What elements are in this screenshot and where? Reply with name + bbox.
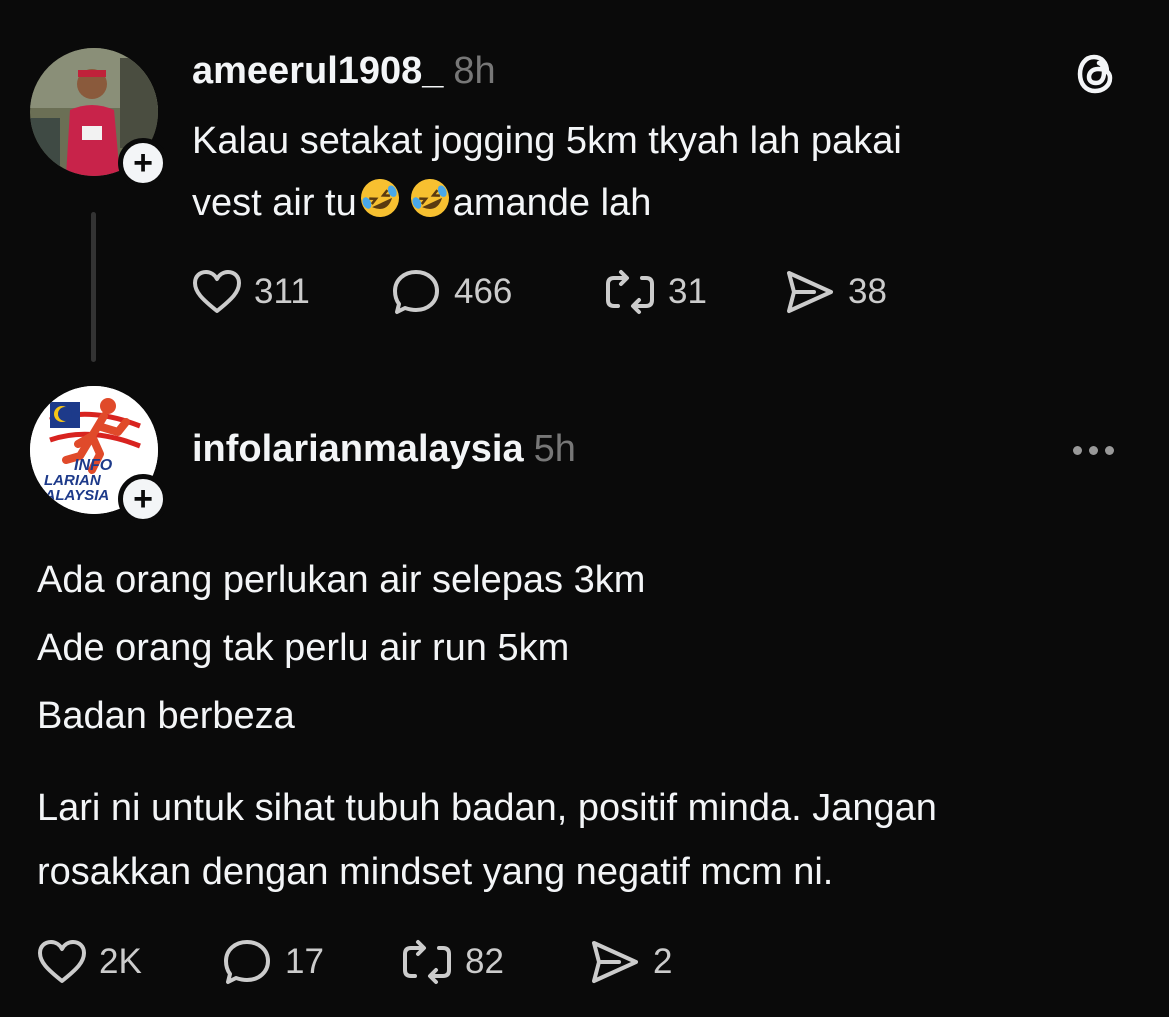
repost-icon bbox=[606, 270, 654, 314]
share-count: 38 bbox=[848, 272, 887, 311]
threads-logo-icon[interactable] bbox=[1074, 50, 1118, 103]
thread-connector bbox=[91, 212, 96, 362]
repost-count: 31 bbox=[668, 272, 707, 311]
post-text-line: Badan berbeza bbox=[37, 695, 295, 737]
post-time: 5h bbox=[533, 428, 576, 470]
reply-button[interactable]: 17 bbox=[223, 938, 401, 986]
send-icon bbox=[787, 271, 833, 313]
username-text[interactable]: infolarianmalaysia bbox=[192, 428, 524, 470]
post-text: Kalau setakat jogging 5km tkyah lah paka… bbox=[192, 110, 902, 240]
post-time: 8h bbox=[453, 50, 496, 92]
like-button[interactable]: 2K bbox=[37, 939, 223, 985]
post-paragraph: Lari ni untuk sihat tubuh badan, positif… bbox=[37, 776, 937, 904]
follow-button[interactable]: + bbox=[118, 474, 168, 524]
laughing-emoji-icon bbox=[407, 175, 453, 240]
post-text-line1: Kalau setakat jogging 5km tkyah lah paka… bbox=[192, 120, 902, 162]
like-button[interactable]: 311 bbox=[192, 269, 392, 315]
post-text-line: Ada orang perlukan air selepas 3km bbox=[37, 559, 646, 601]
comment-icon bbox=[393, 270, 439, 314]
send-icon bbox=[592, 941, 638, 983]
like-count: 311 bbox=[254, 272, 310, 311]
more-options-icon[interactable] bbox=[1073, 446, 1114, 455]
post-text-line2-start: vest air tu bbox=[192, 182, 357, 224]
post-actions: 2K 17 82 2 bbox=[37, 938, 672, 986]
heart-icon bbox=[193, 270, 241, 313]
follow-button[interactable]: + bbox=[118, 138, 168, 188]
reply-count: 17 bbox=[285, 942, 324, 981]
share-button[interactable]: 2 bbox=[589, 939, 672, 985]
reply-count: 466 bbox=[454, 272, 513, 311]
repost-icon bbox=[403, 940, 451, 984]
post-text-line2: vest air tu amande lah bbox=[192, 172, 902, 240]
like-count: 2K bbox=[99, 942, 142, 981]
laughing-emoji-icon bbox=[357, 175, 403, 240]
avatar-text-malaysia: MALAYSIA bbox=[32, 487, 109, 504]
reply-button[interactable]: 466 bbox=[392, 268, 604, 316]
post-text-line: Ade orang tak perlu air run 5km bbox=[37, 627, 570, 669]
repost-button[interactable]: 82 bbox=[401, 938, 589, 986]
share-button[interactable]: 38 bbox=[784, 269, 887, 315]
username[interactable]: ameerul1908_ 8h bbox=[192, 50, 496, 93]
post-paragraph-line1: Lari ni untuk sihat tubuh badan, positif… bbox=[37, 787, 937, 829]
repost-button[interactable]: 31 bbox=[604, 268, 784, 316]
share-count: 2 bbox=[653, 942, 673, 981]
comment-icon bbox=[224, 940, 270, 984]
post-paragraph-line2: rosakkan dengan mindset yang negatif mcm… bbox=[37, 851, 834, 893]
username-text[interactable]: ameerul1908_ bbox=[192, 50, 443, 92]
post-actions: 311 466 31 38 bbox=[192, 268, 887, 316]
post-text-line2-end: amande lah bbox=[452, 182, 652, 224]
post-text: Ada orang perlukan air selepas 3km Ade o… bbox=[37, 546, 645, 750]
repost-count: 82 bbox=[465, 942, 504, 981]
heart-icon bbox=[38, 940, 86, 983]
username[interactable]: infolarianmalaysia 5h bbox=[192, 428, 576, 471]
